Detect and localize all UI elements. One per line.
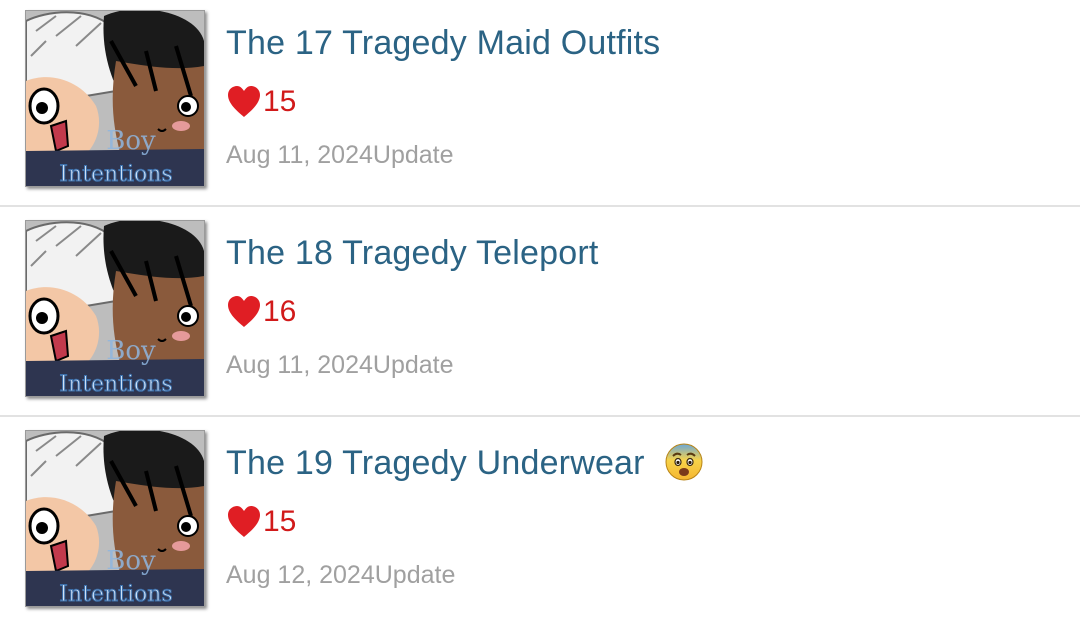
chapter-title[interactable]: The 17 Tragedy Maid Outfits (226, 24, 660, 63)
chapter-thumbnail[interactable]: Boy Intentions (25, 220, 205, 397)
chapter-status: Update (372, 351, 454, 379)
cover-art-image: Boy Intentions (26, 431, 204, 606)
chapter-status: Update (372, 141, 454, 169)
likes-count: 15 (263, 85, 297, 118)
chapter-meta: Aug 11, 2024Update (226, 351, 454, 380)
svg-text:Boy: Boy (106, 126, 156, 156)
heart-icon (228, 86, 260, 117)
svg-text:Intentions: Intentions (59, 372, 172, 396)
likes-row: 15 (226, 84, 296, 120)
cover-art-image: Boy Intentions (26, 221, 204, 396)
likes-row: 15 (226, 504, 296, 540)
chapter-item-18[interactable]: Boy Intentions The 18 Tragedy Teleport 1… (0, 210, 1080, 418)
chapter-title[interactable]: The 18 Tragedy Teleport (226, 234, 599, 273)
chapter-title-text: The 19 Tragedy Underwear (226, 444, 645, 482)
chapter-meta: Aug 11, 2024Update (226, 141, 454, 170)
heart-icon (228, 506, 260, 537)
heart-icon (228, 296, 260, 327)
divider (0, 415, 1080, 417)
chapter-item-19[interactable]: Boy Intentions The 19 Tragedy Underwear (0, 420, 1080, 623)
chapter-list: Boy Intentions The 17 Tragedy Maid Outfi… (0, 0, 1080, 623)
likes-count: 16 (263, 295, 297, 328)
likes-count: 15 (263, 505, 297, 538)
chapter-meta: Aug 12, 2024Update (226, 561, 455, 590)
chapter-status: Update (374, 561, 456, 589)
svg-text:Intentions: Intentions (59, 162, 172, 186)
chapter-thumbnail[interactable]: Boy Intentions (25, 10, 205, 187)
svg-text:Boy: Boy (106, 546, 156, 576)
likes-row: 16 (226, 294, 296, 330)
chapter-date: Aug 12, 2024 (226, 561, 375, 589)
svg-text:Boy: Boy (106, 336, 156, 366)
chapter-title[interactable]: The 19 Tragedy Underwear (226, 443, 704, 483)
fearful-face-emoji-icon (665, 443, 703, 481)
chapter-date: Aug 11, 2024 (226, 141, 373, 169)
chapter-thumbnail[interactable]: Boy Intentions (25, 430, 205, 607)
chapter-date: Aug 11, 2024 (226, 351, 373, 379)
cover-art-image: Boy Intentions (26, 11, 204, 186)
divider (0, 205, 1080, 207)
svg-text:Intentions: Intentions (59, 582, 172, 606)
chapter-item-17[interactable]: Boy Intentions The 17 Tragedy Maid Outfi… (0, 0, 1080, 208)
